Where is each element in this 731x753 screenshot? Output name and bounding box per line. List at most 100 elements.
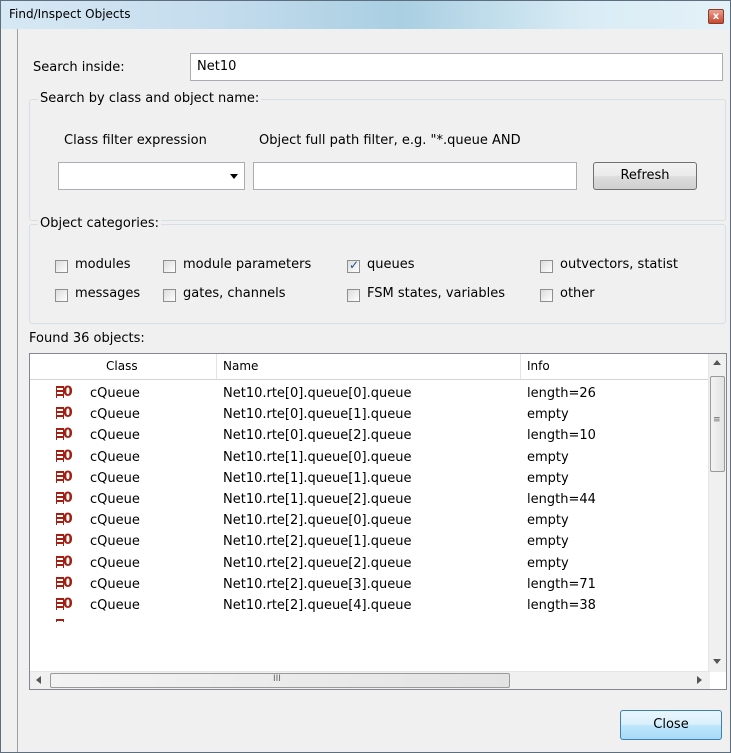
checkbox-gates-channels-label: gates, channels [183,286,286,301]
window-close-button[interactable]: x [708,9,724,24]
checkbox-modules[interactable] [55,260,68,273]
column-header-class[interactable]: Class [106,359,138,373]
table-row[interactable]: 0 cQueue Net10.rte[0].queue[2].queue length… [30,425,710,446]
queue-icon [56,617,70,623]
object-categories-legend: Object categories: [38,216,161,231]
checkbox-other-label: other [560,286,595,301]
checkbox-gates-channels[interactable] [163,289,176,302]
checkbox-queues[interactable] [347,258,360,273]
queue-ring-icon: 0 [63,574,73,591]
cell-name: Net10.rte[2].queue[0].queue [223,513,412,529]
find-inspect-window: Find/Inspect Objects x Search inside: Ne… [0,0,731,753]
queue-ring-icon: 0 [63,405,73,422]
search-by-legend: Search by class and object name: [38,91,262,106]
horizontal-scrollbar[interactable]: III [30,671,710,689]
close-button[interactable]: Close [620,710,722,740]
queue-icon: 0 [56,553,73,570]
cell-info: empty [527,407,569,423]
chevron-down-icon [230,174,238,179]
results-table[interactable]: Class Name Info 0 cQueue Net10.rte[0].queu… [29,353,727,690]
cell-info: empty [527,534,569,550]
cell-name: Net10.rte[0].queue[0].queue [223,386,412,401]
horizontal-grip-icon: III [273,674,281,684]
class-filter-label: Class filter expression [64,133,207,148]
cell-class: cQueue [90,407,140,423]
search-inside-input[interactable]: Net10 [190,53,723,81]
checkbox-outvectors[interactable] [540,260,553,273]
refresh-button[interactable]: Refresh [593,162,697,190]
path-filter-input[interactable] [253,162,577,190]
queue-ring-icon: 0 [63,532,73,549]
checkbox-fsm-states[interactable] [347,289,360,302]
table-row[interactable]: 0 cQueue Net10.rte[2].queue[4].queue length… [30,595,710,616]
queue-icon: 0 [56,426,73,443]
queue-ring-icon: 0 [63,511,73,528]
cell-name: Net10.rte[1].queue[1].queue [223,470,412,486]
table-row[interactable]: 0 cQueue Net10.rte[2].queue[3].queue length… [30,574,710,595]
queue-icon: 0 [56,384,73,400]
queue-ring-icon: 0 [63,384,73,400]
cell-name: Net10.rte[2].queue[1].queue [223,534,412,550]
cell-info: length=71 [527,576,596,592]
title-bar[interactable]: Find/Inspect Objects x [1,1,730,29]
checkbox-other[interactable] [540,289,553,302]
cell-class: cQueue [90,555,140,571]
cell-class: cQueue [90,534,140,550]
column-divider[interactable] [520,354,521,379]
column-header-info[interactable]: Info [527,359,550,373]
cell-name: Net10.rte[2].queue[3].queue [223,576,412,592]
cell-class: cQueue [90,598,140,613]
table-row[interactable]: 0 cQueue Net10.rte[0].queue[0].queue length… [30,383,710,404]
queue-icon: 0 [56,490,73,506]
checkbox-module-parameters-label: module parameters [183,257,312,272]
cell-class: cQueue [90,513,140,529]
checkbox-queues-label: queues [367,257,415,272]
cell-name: Net10.rte[2].queue[4].queue [223,598,412,613]
table-row[interactable]: 0 cQueue Net10.rte[2].queue[1].queue empty [30,531,710,552]
search-inside-label: Search inside: [33,60,125,75]
checkbox-messages[interactable] [55,289,68,302]
column-divider[interactable] [216,354,217,379]
scroll-right-arrow-icon[interactable] [697,676,702,684]
cell-name: Net10.rte[2].queue[2].queue [223,555,412,571]
cell-info: length=44 [527,492,596,507]
queue-ring-icon: 0 [63,596,73,612]
table-row[interactable]: 0 cQueue Net10.rte[2].queue[0].queue empty [30,510,710,531]
vertical-scrollbar[interactable]: ≡ [708,354,726,672]
table-row[interactable]: 0 cQueue Net10.rte[0].queue[1].queue empty [30,404,710,425]
table-row[interactable]: 0 cQueue Net10.rte[1].queue[1].queue empty [30,468,710,489]
cell-info: length=26 [527,386,596,401]
class-filter-select[interactable] [58,162,245,190]
cell-info: empty [527,555,569,571]
queue-ring-icon: 0 [63,426,73,443]
cell-class: cQueue [90,386,140,401]
checkbox-modules-label: modules [75,257,131,272]
checkbox-module-parameters[interactable] [163,260,176,273]
vertical-scroll-thumb[interactable]: ≡ [710,376,725,472]
queue-icon: 0 [56,596,73,612]
scroll-left-arrow-icon[interactable] [36,676,41,684]
cell-class: cQueue [90,470,140,486]
vertical-grip-icon: ≡ [713,415,721,425]
cell-class: cQueue [90,428,140,444]
column-header-name[interactable]: Name [223,359,258,373]
scroll-down-arrow-icon[interactable] [713,659,721,664]
table-row[interactable]: 0 cQueue Net10.rte[2].queue[2].queue empty [30,553,710,574]
table-row[interactable]: 0 cQueue Net10.rte[1].queue[2].queue length… [30,489,710,510]
path-filter-label: Object full path filter, e.g. "*.queue A… [259,133,521,148]
queue-ring-icon: 0 [63,553,73,570]
dialog-client: Search inside: Net10 Search by class and… [17,29,730,752]
queue-icon: 0 [56,447,73,464]
horizontal-scroll-thumb[interactable]: III [50,673,510,688]
search-by-group [29,99,726,221]
queue-ring-icon: 0 [63,447,73,464]
table-row-partial[interactable] [30,616,710,623]
cell-name: Net10.rte[1].queue[0].queue [223,449,412,465]
scroll-up-arrow-icon[interactable] [713,360,721,365]
cell-info: length=38 [527,598,596,613]
queue-ring-icon: 0 [63,490,73,506]
table-header: Class Name Info [30,354,710,380]
table-row[interactable]: 0 cQueue Net10.rte[1].queue[0].queue empty [30,447,710,468]
checkbox-messages-label: messages [75,286,141,301]
queue-icon: 0 [56,511,73,528]
